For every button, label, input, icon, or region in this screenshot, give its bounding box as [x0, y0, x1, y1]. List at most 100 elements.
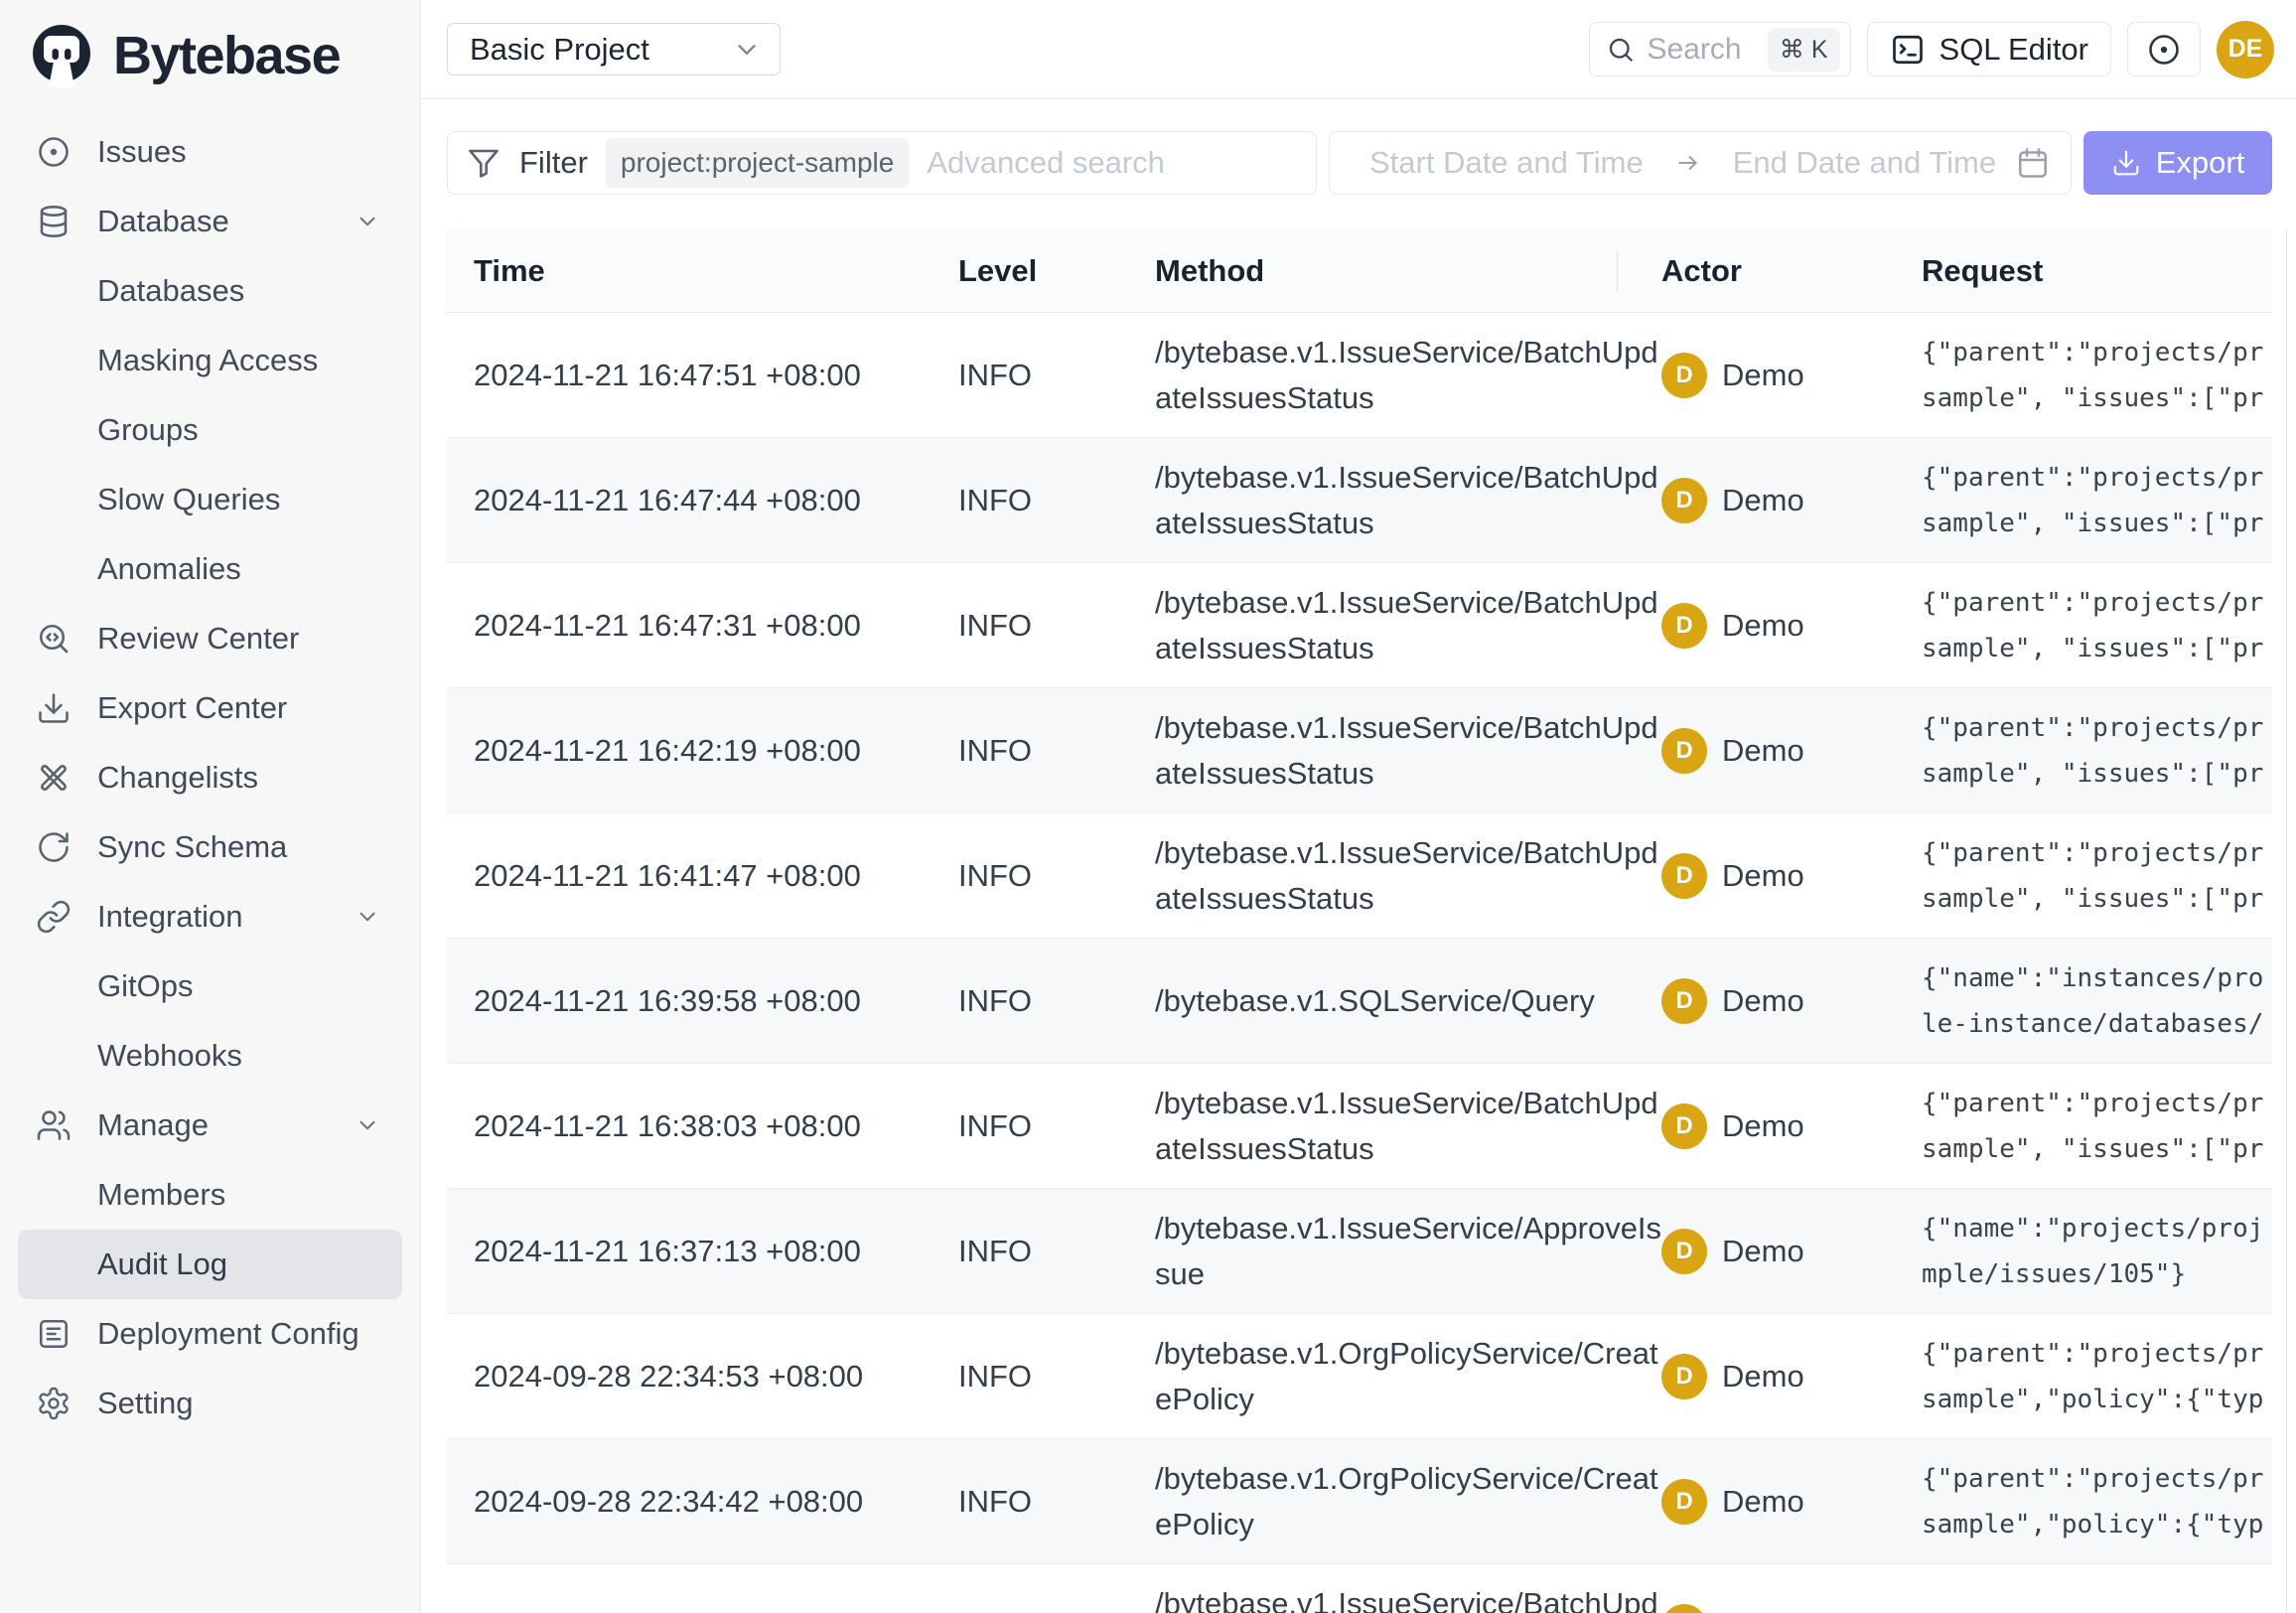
app-logo[interactable]: Bytebase	[0, 16, 420, 95]
export-button[interactable]: Export	[2083, 131, 2272, 195]
cell-time: 2024-11-21 16:47:51 +08:00	[474, 358, 958, 393]
request-line-1: {"parent":"projects/pr	[1922, 830, 2272, 876]
gear-icon	[36, 1386, 72, 1421]
search-input[interactable]: Search ⌘ K	[1589, 22, 1851, 76]
table-row[interactable]: 2024-11-21 16:37:13 +08:00 INFO /bytebas…	[447, 1189, 2272, 1314]
actor-avatar: D	[1661, 1354, 1707, 1399]
filter-search-input[interactable]: Filter project:project-sample Advanced s…	[447, 131, 1317, 195]
chevron-down-icon	[355, 1112, 380, 1138]
sidebar-item-groups[interactable]: Groups	[0, 395, 420, 465]
chevron-down-icon	[732, 35, 762, 65]
table-row[interactable]: 2024-09-28 22:34:53 +08:00 INFO /bytebas…	[447, 1314, 2272, 1439]
cell-request: {"name":"projects/proj mple/issues/105"}	[1922, 1206, 2272, 1297]
sidebar-item-label: Integration	[97, 899, 243, 935]
request-line-1: {"parent":"projects/pr	[1922, 580, 2272, 626]
table-row[interactable]: /bytebase.v1.IssueService/BatchUpd ateIs…	[447, 1564, 2272, 1613]
sidebar-item-label: Sync Schema	[97, 829, 287, 865]
sidebar-item-audit-log[interactable]: Audit Log	[18, 1230, 402, 1299]
actor-name: Demo	[1722, 1108, 1804, 1144]
sidebar-item-webhooks[interactable]: Webhooks	[0, 1021, 420, 1091]
cell-time: 2024-11-21 16:37:13 +08:00	[474, 1234, 958, 1269]
sidebar-nav: Issues Database Databases Masking Access…	[0, 117, 420, 1438]
actor-name: Demo	[1722, 358, 1804, 393]
sidebar-item-label: Databases	[97, 273, 244, 309]
table-row[interactable]: 2024-11-21 16:39:58 +08:00 INFO /bytebas…	[447, 939, 2272, 1064]
request-line-2: sample","policy":{"typ	[1922, 1502, 2272, 1547]
sidebar-item-deployment-config[interactable]: Deployment Config	[0, 1299, 420, 1369]
method-line-2: ateIssuesStatus	[1155, 876, 1661, 922]
download-icon	[36, 690, 72, 726]
cell-method: /bytebase.v1.IssueService/BatchUpd ateIs…	[1155, 455, 1661, 546]
actor-name: Demo	[1722, 983, 1804, 1019]
calendar-icon	[2015, 145, 2051, 181]
cell-level: INFO	[958, 1234, 1155, 1269]
cell-level: INFO	[958, 733, 1155, 769]
sidebar-item-slow-queries[interactable]: Slow Queries	[0, 465, 420, 534]
method-line-2: ateIssuesStatus	[1155, 501, 1661, 546]
cell-time: 2024-11-21 16:42:19 +08:00	[474, 733, 958, 769]
cell-time: 2024-11-21 16:39:58 +08:00	[474, 983, 958, 1019]
sidebar-item-members[interactable]: Members	[0, 1160, 420, 1230]
date-range-picker[interactable]: Start Date and Time End Date and Time	[1329, 131, 2072, 195]
sidebar-item-label: Database	[97, 204, 229, 239]
method-line-1: /bytebase.v1.IssueService/BatchUpd	[1155, 1081, 1661, 1126]
cell-method: /bytebase.v1.OrgPolicyService/Creat ePol…	[1155, 1331, 1661, 1422]
table-row[interactable]: 2024-11-21 16:47:51 +08:00 INFO /bytebas…	[447, 313, 2272, 438]
sidebar-item-integration[interactable]: Integration	[0, 882, 420, 952]
cell-time: 2024-09-28 22:34:53 +08:00	[474, 1359, 958, 1394]
sidebar-item-export-center[interactable]: Export Center	[0, 673, 420, 743]
column-header-request: Request	[1922, 253, 2272, 289]
sidebar-item-gitops[interactable]: GitOps	[0, 952, 420, 1021]
column-divider[interactable]	[1617, 250, 1618, 292]
cell-method: /bytebase.v1.IssueService/BatchUpd ateIs…	[1155, 705, 1661, 797]
actor-avatar: D	[1661, 603, 1707, 649]
request-line-1: {"parent":"projects/pr	[1922, 1456, 2272, 1502]
chevron-down-icon	[355, 209, 380, 234]
actor-avatar: D	[1661, 1479, 1707, 1525]
sidebar-item-review-center[interactable]: Review Center	[0, 604, 420, 673]
download-icon	[2111, 148, 2141, 178]
method-line-2: ateIssuesStatus	[1155, 626, 1661, 671]
sidebar-item-setting[interactable]: Setting	[0, 1369, 420, 1438]
sql-editor-button[interactable]: SQL Editor	[1867, 22, 2111, 76]
request-line-1: {"parent":"projects/pr	[1922, 1604, 2272, 1613]
table-row[interactable]: 2024-09-28 22:34:42 +08:00 INFO /bytebas…	[447, 1439, 2272, 1564]
document-icon	[36, 1316, 72, 1352]
method-line-2: sue	[1155, 1251, 1661, 1297]
sidebar-item-masking-access[interactable]: Masking Access	[0, 326, 420, 395]
table-row[interactable]: 2024-11-21 16:47:31 +08:00 INFO /bytebas…	[447, 563, 2272, 688]
sidebar-item-changelists[interactable]: Changelists	[0, 743, 420, 812]
table-row[interactable]: 2024-11-21 16:38:03 +08:00 INFO /bytebas…	[447, 1064, 2272, 1189]
sidebar-item-sync-schema[interactable]: Sync Schema	[0, 812, 420, 882]
sidebar-item-manage[interactable]: Manage	[0, 1091, 420, 1160]
column-header-actor: Actor	[1661, 253, 1922, 289]
filter-row: Filter project:project-sample Advanced s…	[447, 131, 2272, 195]
table-row[interactable]: 2024-11-21 16:42:19 +08:00 INFO /bytebas…	[447, 688, 2272, 813]
method-line-1: /bytebase.v1.IssueService/BatchUpd	[1155, 580, 1661, 626]
project-selector[interactable]: Basic Project	[447, 23, 781, 75]
sidebar-item-databases[interactable]: Databases	[0, 256, 420, 326]
cell-actor: D Demo	[1661, 1229, 1922, 1274]
sidebar-item-label: Slow Queries	[97, 482, 280, 517]
table-row[interactable]: 2024-11-21 16:47:44 +08:00 INFO /bytebas…	[447, 438, 2272, 563]
actor-name: Demo	[1722, 733, 1804, 769]
cell-method: /bytebase.v1.SQLService/Query	[1155, 978, 1661, 1024]
cell-actor: D Demo	[1661, 1103, 1922, 1149]
method-line-1: /bytebase.v1.IssueService/BatchUpd	[1155, 830, 1661, 876]
actor-name: Demo	[1722, 1359, 1804, 1394]
sidebar-item-database[interactable]: Database	[0, 187, 420, 256]
user-avatar[interactable]: DE	[2217, 21, 2274, 78]
sidebar-item-label: Manage	[97, 1107, 209, 1143]
cell-method: /bytebase.v1.IssueService/BatchUpd ateIs…	[1155, 830, 1661, 922]
table-row[interactable]: 2024-11-21 16:41:47 +08:00 INFO /bytebas…	[447, 813, 2272, 939]
my-issues-button[interactable]	[2127, 22, 2201, 76]
filter-token-chip[interactable]: project:project-sample	[606, 138, 909, 188]
sidebar-item-anomalies[interactable]: Anomalies	[0, 534, 420, 604]
actor-name: Demo	[1722, 1609, 1804, 1613]
sidebar-item-issues[interactable]: Issues	[0, 117, 420, 187]
start-date-placeholder: Start Date and Time	[1369, 145, 1644, 181]
scrollbar[interactable]	[2286, 230, 2287, 1613]
cell-level: INFO	[958, 358, 1155, 393]
sidebar-item-label: Issues	[97, 134, 187, 170]
cell-request: {"parent":"projects/pr sample", "issues"…	[1922, 705, 2272, 797]
